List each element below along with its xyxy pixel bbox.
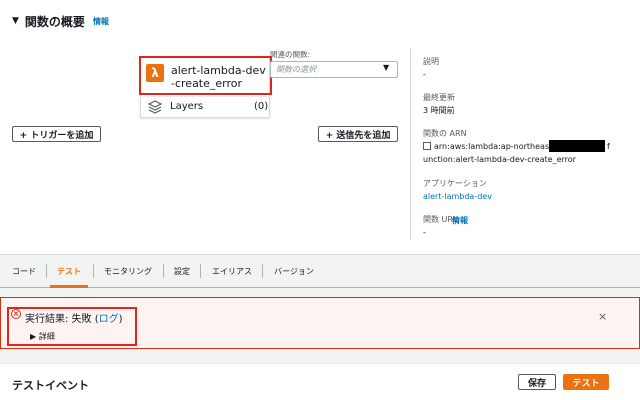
tab-settings[interactable]: 設定 bbox=[174, 266, 190, 277]
tab-separator bbox=[93, 264, 94, 278]
last-modified-value: 3 時間前 bbox=[423, 106, 455, 115]
description-value: - bbox=[423, 70, 426, 79]
layers-label: Layers bbox=[170, 101, 204, 112]
highlight-box-function-name bbox=[139, 56, 272, 95]
layers-icon bbox=[147, 100, 163, 114]
test-event-title: テストイベント bbox=[12, 379, 89, 392]
tab-monitoring[interactable]: モニタリング bbox=[104, 266, 152, 277]
tab-separator bbox=[163, 264, 164, 278]
arn-line2: unction:alert-lambda-dev-create_error bbox=[423, 155, 576, 164]
select-caret-icon[interactable]: ▼ bbox=[383, 63, 389, 72]
tab-aliases[interactable]: エイリアス bbox=[212, 266, 252, 277]
highlight-box-result bbox=[7, 307, 137, 346]
tab-separator bbox=[200, 264, 201, 278]
function-url-value: - bbox=[423, 228, 426, 237]
overview-title: 関数の概要 bbox=[24, 14, 85, 29]
copy-icon[interactable] bbox=[423, 142, 431, 150]
application-label: アプリケーション bbox=[423, 179, 487, 188]
tab-code[interactable]: コード bbox=[12, 266, 36, 277]
arn-line1-suffix: f bbox=[607, 142, 610, 151]
overview-header[interactable]: ▼ 関数の概要 情報 bbox=[12, 12, 109, 30]
related-functions-placeholder: 関数の選択 bbox=[276, 65, 316, 74]
arn-label: 関数の ARN bbox=[423, 129, 467, 138]
test-button[interactable]: テスト bbox=[563, 374, 609, 390]
tab-test[interactable]: テスト bbox=[57, 266, 81, 277]
save-button[interactable]: 保存 bbox=[518, 374, 556, 390]
layers-count: (0) bbox=[254, 101, 269, 112]
last-modified-label: 最終更新 bbox=[423, 93, 455, 102]
caret-down-icon[interactable]: ▼ bbox=[12, 16, 19, 26]
application-link[interactable]: alert-lambda-dev bbox=[423, 192, 492, 201]
description-label: 説明 bbox=[423, 57, 439, 66]
tab-separator bbox=[46, 264, 47, 278]
add-trigger-button[interactable]: + トリガーを追加 bbox=[12, 126, 101, 142]
function-url-info-link[interactable]: 情報 bbox=[452, 215, 468, 226]
related-functions-label: 関連の関数: bbox=[270, 50, 311, 59]
active-tab-underline bbox=[50, 285, 88, 288]
redacted-account-id bbox=[549, 140, 605, 152]
add-destination-button[interactable]: + 送信先を追加 bbox=[318, 126, 398, 142]
arn-line1: arn:aws:lambda:ap-northeast-1 bbox=[434, 142, 561, 151]
tab-versions[interactable]: バージョン bbox=[274, 266, 314, 277]
tab-bar bbox=[0, 256, 640, 288]
close-icon[interactable]: × bbox=[598, 310, 607, 323]
overview-info-link[interactable]: 情報 bbox=[93, 16, 109, 27]
metadata-divider bbox=[410, 48, 411, 240]
tab-separator bbox=[262, 264, 263, 278]
